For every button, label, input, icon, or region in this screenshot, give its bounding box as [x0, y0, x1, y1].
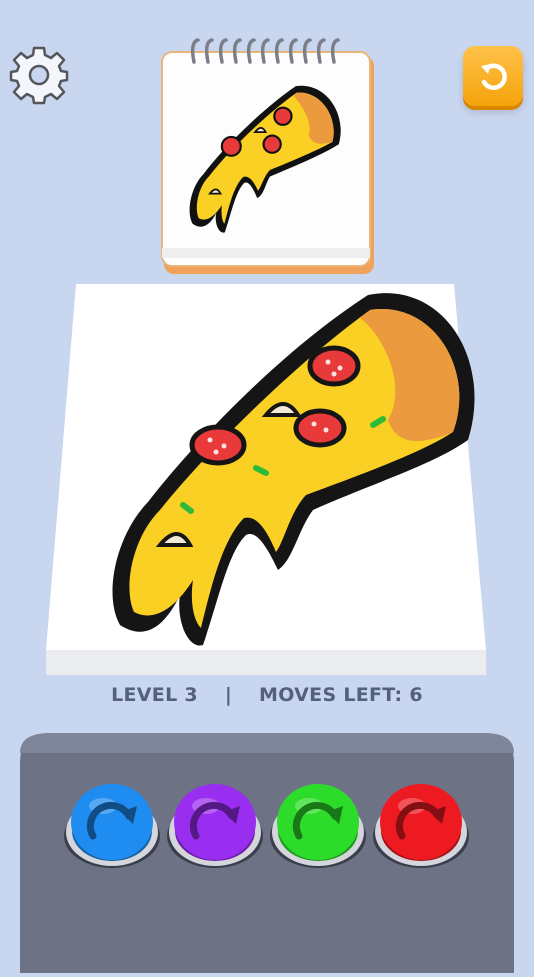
red-rotate-button[interactable]	[372, 776, 470, 870]
undo-icon	[481, 63, 507, 90]
gear-icon	[9, 46, 69, 105]
status-separator: |	[224, 684, 233, 706]
moves-left-label: MOVES LEFT: 6	[259, 684, 423, 706]
level-label: LEVEL 3	[111, 684, 198, 706]
green-rotate-button[interactable]	[269, 776, 367, 870]
blue-rotate-button[interactable]	[63, 776, 161, 870]
settings-button[interactable]	[8, 44, 70, 106]
level-status: LEVEL 3 | MOVES LEFT: 6	[0, 684, 534, 706]
restart-button[interactable]	[463, 46, 523, 106]
purple-rotate-button[interactable]	[166, 776, 264, 870]
coloring-board	[46, 280, 486, 675]
target-picture-card	[158, 38, 378, 276]
